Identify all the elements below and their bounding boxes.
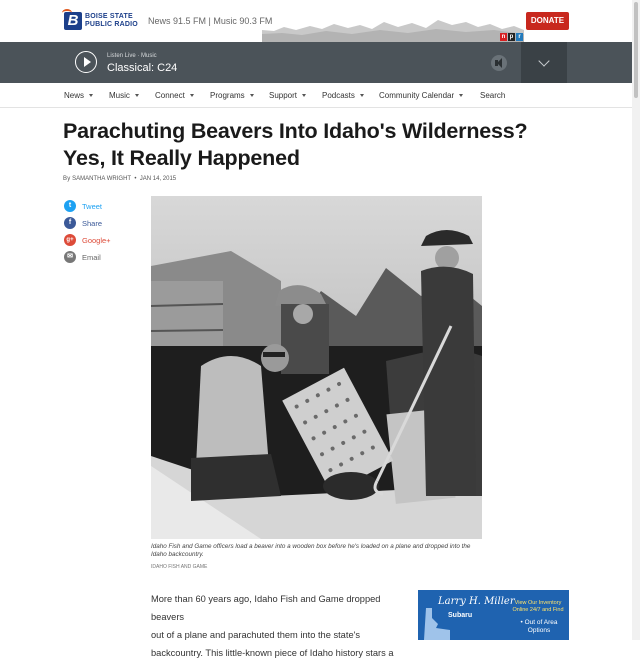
nav-item-search[interactable]: Search (480, 91, 505, 100)
article-photo[interactable] (151, 196, 482, 539)
station-logo[interactable]: B BOISE STATE PUBLIC RADIO (62, 9, 138, 32)
nav-item-support[interactable]: Support (269, 91, 307, 100)
caret-down-icon (89, 94, 94, 98)
play-icon[interactable] (75, 51, 97, 73)
share-facebook[interactable]: f Share (64, 217, 144, 229)
nav-item-programs[interactable]: Programs (210, 91, 254, 100)
caret-down-icon (302, 94, 307, 98)
email-icon: ✉ (64, 251, 76, 263)
caret-down-icon (359, 94, 364, 98)
twitter-icon: t (64, 200, 76, 212)
author-link[interactable]: SAMANTHA WRIGHT (72, 176, 131, 182)
logo-line-2: PUBLIC RADIO (85, 21, 138, 28)
logo-mark-icon: B (62, 9, 82, 30)
main-nav: News Music Connect Programs Support Podc… (0, 83, 640, 108)
article-title: Parachuting Beavers Into Idaho's Wildern… (63, 119, 528, 170)
mountains-banner (262, 20, 524, 42)
listen-live-label: Listen Live · Music (107, 53, 157, 59)
caret-down-icon (249, 94, 254, 98)
beaver-loading-photo (151, 196, 482, 539)
share-tweet[interactable]: t Tweet (64, 200, 144, 212)
caret-down-icon (134, 94, 139, 98)
caret-down-icon (459, 94, 464, 98)
now-playing: Classical: C24 (107, 62, 178, 74)
npr-logo[interactable]: n p r (500, 33, 523, 41)
article-body: More than 60 years ago, Idaho Fish and G… (151, 590, 406, 662)
nav-item-podcasts[interactable]: Podcasts (322, 91, 364, 100)
chevron-down-icon[interactable] (521, 42, 567, 83)
donate-button[interactable]: DONATE (526, 12, 569, 30)
photo-credit: IDAHO FISH AND GAME (151, 564, 208, 570)
caret-down-icon (189, 94, 194, 98)
site-header: B BOISE STATE PUBLIC RADIO News 91.5 FM … (0, 0, 640, 42)
nav-item-news[interactable]: News (64, 91, 94, 100)
body-line: backcountry. This little-known piece of … (151, 648, 394, 658)
logo-line-1: BOISE STATE (85, 13, 133, 20)
nav-item-music[interactable]: Music (109, 91, 139, 100)
ad-brand: Subaru (448, 612, 473, 619)
scrollbar-thumb[interactable] (634, 2, 638, 98)
nav-item-community-calendar[interactable]: Community Calendar (379, 91, 464, 100)
nav-item-connect[interactable]: Connect (155, 91, 194, 100)
google-plus-icon: g+ (64, 234, 76, 246)
station-frequencies: News 91.5 FM | Music 90.3 FM (148, 16, 273, 26)
body-line: More than 60 years ago, Idaho Fish and G… (151, 594, 381, 622)
ad-tagline-2: • Out of Area Options (520, 619, 558, 634)
byline: By SAMANTHA WRIGHT • JAN 14, 2015 (63, 176, 177, 182)
volume-icon[interactable] (491, 55, 507, 71)
ad-signature: Larry H. Miller (438, 596, 515, 607)
share-email[interactable]: ✉ Email (64, 251, 144, 263)
publish-date: JAN 14, 2015 (139, 176, 177, 182)
body-line: out of a plane and parachuted them into … (151, 630, 361, 640)
sponsor-ad[interactable]: Larry H. Miller Subaru View Our Inventor… (418, 590, 569, 640)
facebook-icon: f (64, 217, 76, 229)
photo-caption: Idaho Fish and Game officers load a beav… (151, 543, 471, 558)
ad-tagline: View Our Inventory Online 24/7 and Find (512, 600, 564, 613)
share-google-plus[interactable]: g+ Google+ (64, 234, 144, 246)
